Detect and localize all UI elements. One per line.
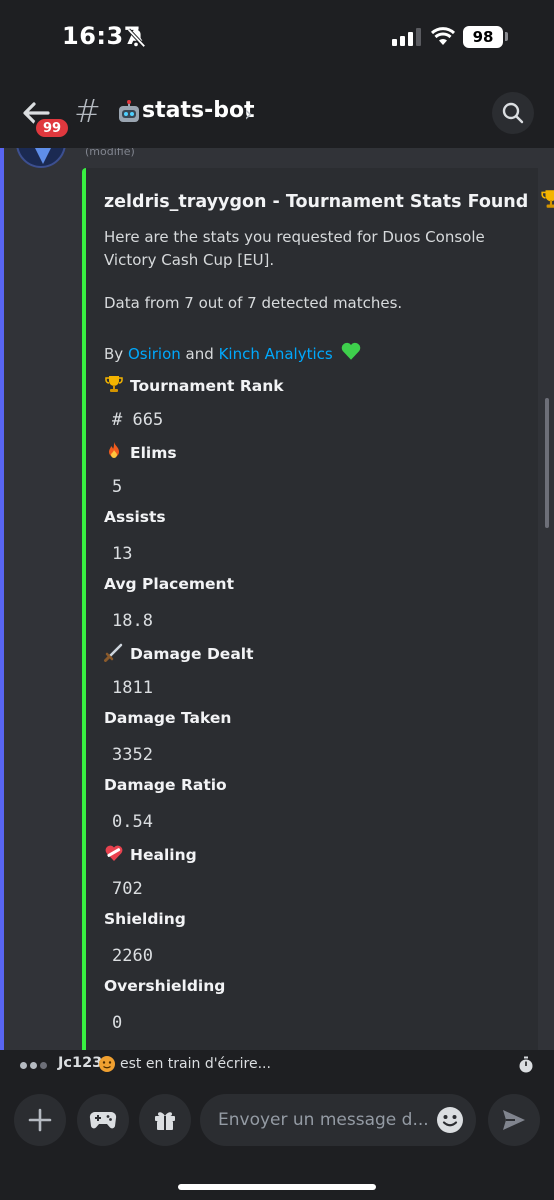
embed-matches-text: Data from 7 out of 7 detected matches. — [104, 294, 403, 312]
channel-header: 99 # stats-bot › — [0, 76, 554, 148]
mention-highlight-bar — [0, 148, 4, 1050]
embed-credits: By Osirion and Kinch Analytics — [104, 340, 368, 363]
field-value-overshielding: 0 — [112, 1013, 123, 1033]
field-value-damage-dealt: 1811 — [112, 678, 153, 698]
wifi-icon — [430, 27, 456, 45]
field-name-shielding: Shielding — [104, 910, 186, 928]
field-name-healing: Healing — [104, 843, 197, 864]
dagger-icon — [104, 643, 123, 662]
credits-and: and — [185, 345, 214, 363]
typing-dots-icon — [20, 1062, 47, 1069]
field-value-healing: 702 — [112, 879, 143, 899]
field-value-assists: 13 — [112, 544, 133, 564]
avatar-emoji-icon — [99, 1056, 115, 1072]
battery-tip — [505, 32, 508, 41]
edited-label: (modifié) — [85, 148, 135, 158]
trophy-icon — [541, 190, 554, 208]
plus-icon — [28, 1108, 52, 1132]
field-value-shielding: 2260 — [112, 946, 153, 966]
field-label: Damage Dealt — [130, 645, 254, 663]
battery-indicator: 98 — [463, 26, 503, 48]
kinch-analytics-link[interactable]: Kinch Analytics — [219, 345, 333, 363]
osirion-link[interactable]: Osirion — [128, 345, 181, 363]
signal-icon — [392, 28, 421, 46]
field-name-damage-ratio: Damage Ratio — [104, 776, 227, 794]
gift-button[interactable] — [139, 1094, 191, 1146]
message-input[interactable] — [218, 1106, 428, 1134]
typing-username: Jc123 — [58, 1055, 103, 1071]
field-value-damage-taken: 3352 — [112, 745, 153, 765]
embed-description: Here are the stats you requested for Duo… — [104, 228, 485, 269]
activities-button[interactable] — [77, 1094, 129, 1146]
bell-off-icon — [127, 28, 146, 48]
field-name-assists: Assists — [104, 508, 166, 526]
home-indicator[interactable] — [178, 1184, 376, 1190]
typing-text: est en train d'écrire... — [120, 1056, 271, 1072]
emoji-picker-icon[interactable] — [436, 1106, 464, 1134]
embed-title: zeldris_trayygon - Tournament Stats Foun… — [104, 188, 554, 212]
unread-badge: 99 — [33, 116, 72, 140]
field-name-damage-dealt: Damage Dealt — [104, 642, 254, 663]
channel-name[interactable]: stats-bot — [142, 98, 255, 123]
stats-embed: zeldris_trayygon - Tournament Stats Foun… — [82, 168, 554, 1050]
gamepad-icon — [89, 1111, 117, 1129]
field-name-tournament-rank: Tournament Rank — [104, 374, 284, 395]
green-heart-icon — [341, 342, 360, 360]
trophy-icon — [105, 376, 123, 392]
field-name-damage-taken: Damage Taken — [104, 709, 232, 727]
field-value-tournament-rank: # 665 — [112, 410, 164, 430]
gift-icon — [155, 1112, 175, 1130]
message-list[interactable]: (modifié) zeldris_trayygon - Tournament … — [0, 148, 554, 1050]
send-icon — [503, 1110, 525, 1130]
field-label: Healing — [130, 846, 197, 864]
credits-prefix: By — [104, 345, 124, 363]
embed-title-text: zeldris_trayygon - Tournament Stats Foun… — [104, 192, 529, 212]
message-composer — [0, 1080, 554, 1200]
avatar-logo-icon — [35, 148, 51, 164]
status-bar: 16:37 98 — [0, 0, 554, 76]
field-label: Tournament Rank — [130, 377, 284, 395]
robot-icon — [119, 100, 139, 122]
field-label: Elims — [130, 444, 177, 462]
fire-icon — [109, 442, 119, 458]
send-button[interactable] — [488, 1094, 540, 1146]
search-icon — [502, 102, 524, 124]
add-attachment-button[interactable] — [14, 1094, 66, 1146]
field-value-avg-placement: 18.8 — [112, 611, 153, 631]
search-button[interactable] — [492, 92, 534, 134]
chevron-right-icon[interactable]: › — [244, 102, 253, 127]
typing-indicator: Jc123 est en train d'écrire... — [0, 1050, 554, 1080]
mending-heart-icon — [105, 845, 123, 861]
message-input-container[interactable] — [200, 1094, 476, 1146]
field-name-elims: Elims — [104, 441, 177, 462]
field-name-overshielding: Overshielding — [104, 977, 226, 995]
field-value-damage-ratio: 0.54 — [112, 812, 153, 832]
scrollbar[interactable] — [545, 398, 549, 528]
field-value-elims: 5 — [112, 477, 123, 497]
avatar[interactable] — [16, 148, 66, 168]
channel-hash-icon: # — [74, 92, 101, 130]
stopwatch-icon — [519, 1056, 533, 1073]
field-name-avg-placement: Avg Placement — [104, 575, 234, 593]
